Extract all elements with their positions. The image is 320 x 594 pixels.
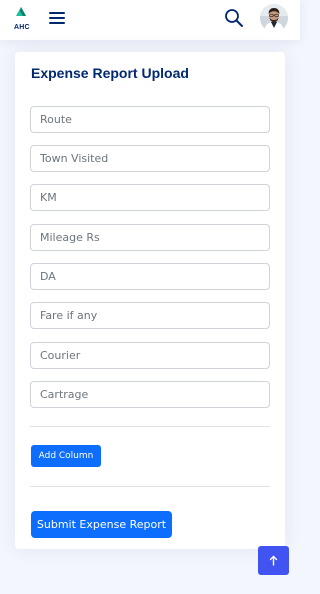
route-input[interactable]	[30, 106, 270, 133]
mileage-rs-input[interactable]	[30, 224, 270, 251]
divider	[30, 426, 270, 427]
search-icon[interactable]	[223, 7, 245, 29]
arrow-up-icon	[269, 555, 278, 566]
add-column-button[interactable]: Add Column	[31, 445, 101, 467]
courier-input[interactable]	[30, 342, 270, 369]
da-input[interactable]	[30, 263, 270, 290]
logo-text: AHC	[14, 24, 30, 31]
town-visited-input[interactable]	[30, 145, 270, 172]
logo[interactable]: AHC	[12, 5, 38, 35]
page-footer-area	[0, 582, 300, 594]
top-bar: AHC	[0, 0, 300, 40]
expense-report-card: Expense Report Upload Add Column Submit …	[15, 52, 285, 549]
km-input[interactable]	[30, 184, 270, 211]
user-photo-icon	[260, 4, 288, 32]
card-title: Expense Report Upload	[31, 65, 189, 81]
logo-mark-icon	[16, 7, 26, 16]
hamburger-icon[interactable]	[49, 10, 67, 26]
submit-expense-report-button[interactable]: Submit Expense Report	[31, 511, 172, 538]
divider	[30, 486, 270, 487]
back-to-top-button[interactable]	[258, 546, 289, 575]
cartrage-input[interactable]	[30, 381, 270, 408]
fare-input[interactable]	[30, 302, 270, 329]
avatar[interactable]	[260, 4, 288, 32]
